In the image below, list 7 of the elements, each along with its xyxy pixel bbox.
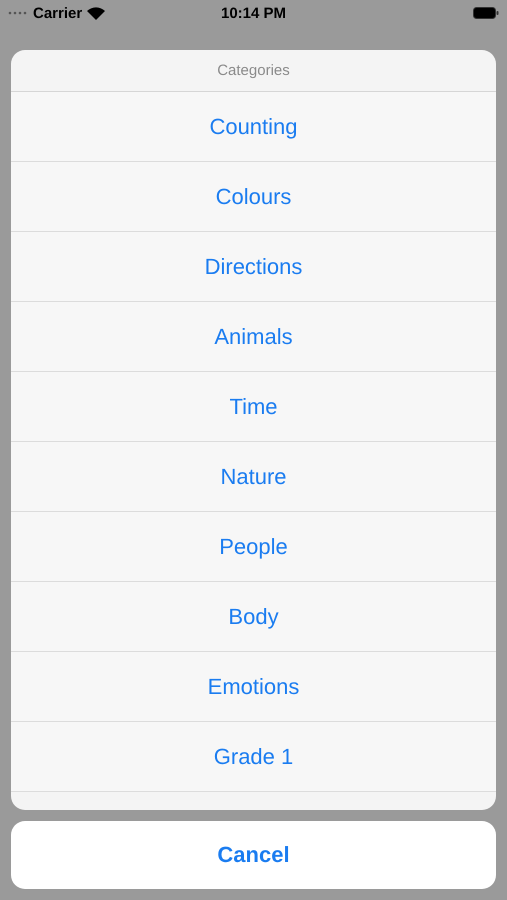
sheet-title: Categories	[217, 62, 290, 79]
cancel-button[interactable]: Cancel	[11, 821, 496, 889]
wifi-icon	[87, 6, 106, 20]
carrier-name: Carrier	[33, 4, 82, 22]
clock-time: 10:14 PM	[220, 4, 286, 22]
battery-icon	[473, 7, 500, 19]
signal-icon	[8, 11, 28, 15]
